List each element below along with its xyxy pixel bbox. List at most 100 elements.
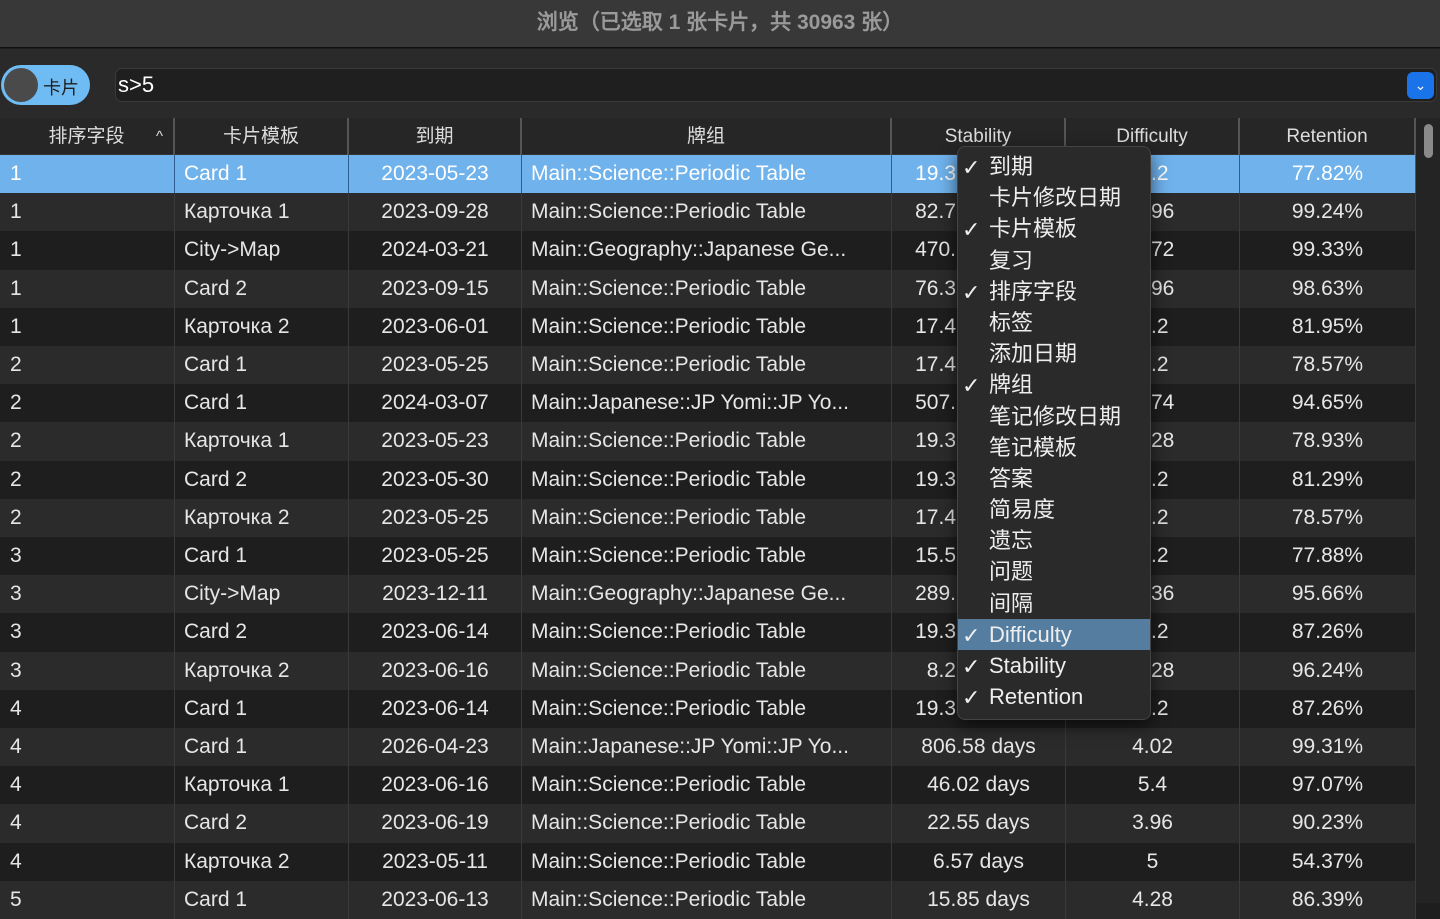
column-header-due[interactable]: 到期 — [349, 118, 522, 155]
column-header-label: Difficulty — [1116, 126, 1188, 147]
checkmark-icon: ✓ — [962, 685, 981, 711]
cell-due: 2026-04-23 — [349, 728, 522, 767]
table-row[interactable]: 1 Карточка 1 2023-09-28 Main::Science::Peri… — [0, 193, 1416, 232]
cell-sort-field: 4 — [0, 842, 175, 881]
table-row[interactable]: 3 Card 1 2023-05-25 Main::Science::Periodic… — [0, 537, 1416, 576]
cell-retention: 94.65% — [1240, 384, 1416, 423]
menu-item-column-toggle[interactable]: 笔记修改日期 — [958, 401, 1150, 432]
menu-item-column-toggle[interactable]: 标签 — [958, 307, 1150, 338]
menu-item-label: Stability — [989, 653, 1067, 678]
checkmark-icon: ✓ — [962, 373, 981, 399]
vertical-scrollbar[interactable] — [1416, 118, 1440, 903]
table-row[interactable]: 4 Карточка 2 2023-05-11 Main::Science::Peri… — [0, 842, 1416, 881]
table-row[interactable]: 4 Card 1 2026-04-23 Main::Japanese::JP Yomi… — [0, 728, 1416, 767]
menu-item-label: 卡片修改日期 — [989, 185, 1122, 211]
menu-item-column-toggle[interactable]: 问题 — [958, 556, 1150, 587]
table-row[interactable]: 1 City->Map 2024-03-21 Main::Geography::Jap… — [0, 231, 1416, 270]
menu-item-column-toggle[interactable]: ✓ 牌组 — [958, 369, 1150, 400]
search-input[interactable] — [116, 69, 1386, 101]
cell-deck: Main::Science::Periodic Table — [522, 689, 892, 728]
cell-difficulty: 4.02 — [1066, 728, 1240, 767]
menu-item-column-toggle[interactable]: ✓ 排序字段 — [958, 276, 1150, 307]
cell-card-template: Card 1 — [175, 346, 349, 385]
cell-retention: 99.33% — [1240, 231, 1416, 270]
table-row[interactable]: 3 City->Map 2023-12-11 Main::Geography::Jap… — [0, 575, 1416, 614]
menu-item-column-toggle[interactable]: 遗忘 — [958, 525, 1150, 556]
cell-card-template: Карточка 2 — [175, 842, 349, 881]
checkmark-icon: ✓ — [962, 217, 981, 243]
column-header-card-template[interactable]: 卡片模板 — [175, 118, 349, 155]
column-header-label: 卡片模板 — [222, 126, 299, 147]
cell-card-template: Card 1 — [175, 728, 349, 767]
column-header-sort-field[interactable]: 排序字段 ^ — [0, 118, 175, 155]
checkmark-icon: ✓ — [962, 654, 981, 679]
menu-item-column-toggle[interactable]: 添加日期 — [958, 338, 1150, 369]
cell-deck: Main::Science::Periodic Table — [522, 842, 892, 881]
cell-card-template: Card 2 — [175, 613, 349, 652]
cell-card-template: Card 1 — [175, 384, 349, 423]
cards-notes-toggle[interactable]: 卡片 — [1, 65, 90, 105]
cell-due: 2023-05-11 — [349, 842, 522, 881]
cell-deck: Main::Science::Periodic Table — [522, 651, 892, 690]
cell-sort-field: 2 — [0, 498, 175, 537]
cell-sort-field: 1 — [0, 307, 175, 346]
cell-card-template: Card 2 — [175, 804, 349, 843]
search-bar: 卡片 ⌄ — [0, 49, 1440, 118]
menu-item-column-toggle[interactable]: ✓ Retention — [958, 681, 1150, 712]
table-row[interactable]: 2 Card 1 2023-05-25 Main::Science::Periodic… — [0, 346, 1416, 385]
cell-deck: Main::Science::Periodic Table — [522, 880, 892, 919]
sort-ascending-icon[interactable]: ^ — [156, 118, 163, 155]
table-row[interactable]: 2 Card 2 2023-05-30 Main::Science::Periodic… — [0, 460, 1416, 499]
menu-item-column-toggle[interactable]: ✓ Difficulty — [958, 618, 1150, 650]
table-row[interactable]: 2 Card 1 2024-03-07 Main::Japanese::JP Yomi… — [0, 384, 1416, 423]
cell-card-template: Card 1 — [175, 155, 349, 194]
cell-card-template: Карточка 1 — [175, 422, 349, 461]
table-row[interactable]: 1 Карточка 2 2023-06-01 Main::Science::Peri… — [0, 307, 1416, 346]
cell-due: 2024-03-21 — [349, 231, 522, 270]
cell-retention: 95.66% — [1240, 575, 1416, 614]
table-row[interactable]: 2 Карточка 1 2023-05-23 Main::Science::Peri… — [0, 422, 1416, 461]
column-header-retention[interactable]: Retention — [1240, 118, 1416, 155]
toggle-knob[interactable] — [4, 68, 38, 102]
menu-item-label: 遗忘 — [989, 528, 1034, 554]
menu-item-column-toggle[interactable]: 笔记模板 — [958, 432, 1150, 463]
cell-difficulty: 5.4 — [1066, 766, 1240, 805]
menu-item-label: 间隔 — [989, 590, 1034, 616]
menu-item-column-toggle[interactable]: ✓ 卡片模板 — [958, 213, 1150, 244]
column-header-label: 排序字段 — [48, 126, 125, 147]
table-row[interactable]: 1 Card 1 2023-05-23 Main::Science::Periodic… — [0, 155, 1416, 194]
chevron-down-icon: ⌄ — [1414, 77, 1427, 93]
cell-deck: Main::Science::Periodic Table — [522, 346, 892, 385]
menu-item-column-toggle[interactable]: 间隔 — [958, 588, 1150, 619]
menu-item-column-toggle[interactable]: 答案 — [958, 463, 1150, 494]
cell-card-template: Карточка 1 — [175, 193, 349, 232]
menu-item-label: Difficulty — [989, 621, 1072, 647]
cell-deck: Main::Geography::Japanese Ge... — [522, 575, 892, 614]
scrollbar-thumb[interactable] — [1424, 124, 1433, 158]
menu-item-column-toggle[interactable]: 卡片修改日期 — [958, 182, 1150, 213]
cell-stability: 806.58 days — [892, 728, 1066, 767]
column-header-deck[interactable]: 牌组 — [522, 118, 892, 155]
search-field[interactable]: ⌄ — [115, 68, 1437, 102]
menu-item-column-toggle[interactable]: 简易度 — [958, 494, 1150, 525]
table-row[interactable]: 1 Card 2 2023-09-15 Main::Science::Periodic… — [0, 269, 1416, 308]
cell-deck: Main::Japanese::JP Yomi::JP Yo... — [522, 384, 892, 423]
table-row[interactable]: 5 Card 1 2023-06-13 Main::Science::Periodic… — [0, 880, 1416, 919]
cell-card-template: Card 1 — [175, 689, 349, 728]
cell-deck: Main::Science::Periodic Table — [522, 766, 892, 805]
search-history-dropdown-button[interactable]: ⌄ — [1407, 72, 1434, 99]
table-row[interactable]: 4 Card 2 2023-06-19 Main::Science::Periodic… — [0, 804, 1416, 843]
menu-item-column-toggle[interactable]: ✓ Stability — [958, 650, 1150, 681]
cell-sort-field: 2 — [0, 422, 175, 461]
table-row[interactable]: 3 Card 2 2023-06-14 Main::Science::Periodic… — [0, 613, 1416, 652]
menu-item-column-toggle[interactable]: 复习 — [958, 245, 1150, 276]
menu-item-column-toggle[interactable]: ✓ 到期 — [958, 151, 1150, 182]
table-row[interactable]: 4 Карточка 1 2023-06-16 Main::Science::Peri… — [0, 766, 1416, 805]
table-row[interactable]: 4 Card 1 2023-06-14 Main::Science::Periodic… — [0, 689, 1416, 728]
cell-deck: Main::Science::Periodic Table — [522, 422, 892, 461]
cell-stability: 6.57 days — [892, 842, 1066, 881]
cell-sort-field: 4 — [0, 804, 175, 843]
table-row[interactable]: 2 Карточка 2 2023-05-25 Main::Science::Peri… — [0, 498, 1416, 537]
table-row[interactable]: 3 Карточка 2 2023-06-16 Main::Science::Peri… — [0, 651, 1416, 690]
cell-card-template: Card 1 — [175, 880, 349, 919]
